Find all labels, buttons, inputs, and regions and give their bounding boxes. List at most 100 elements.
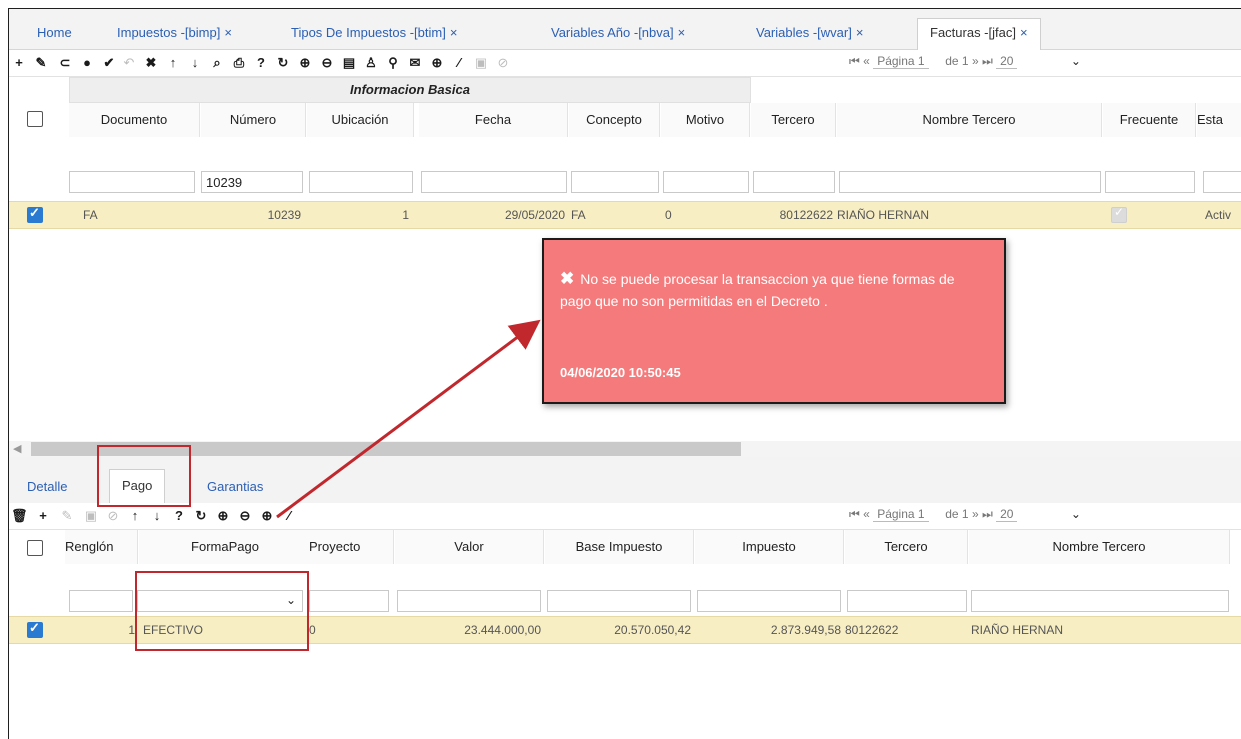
row-checkbox[interactable] xyxy=(27,620,43,638)
select-all-checkbox[interactable] xyxy=(27,111,43,127)
plus-circle-icon[interactable]: ⊕ xyxy=(259,507,275,525)
close-icon[interactable]: × xyxy=(224,25,232,40)
next-page-icon[interactable]: » xyxy=(972,507,979,521)
col-valor[interactable]: Valor xyxy=(395,530,544,564)
col-impuesto[interactable]: Impuesto xyxy=(695,530,844,564)
last-page-icon[interactable]: ⏭ xyxy=(982,507,993,521)
col-nombre-tercero[interactable]: Nombre Tercero xyxy=(969,530,1230,564)
filter-numero[interactable]: 10239 xyxy=(201,171,303,193)
filter-nombre-tercero[interactable] xyxy=(839,171,1101,193)
clear-icon[interactable]: ⊂ xyxy=(57,54,73,72)
help-icon[interactable]: ? xyxy=(171,507,187,525)
col-renglon[interactable]: Renglón xyxy=(65,530,138,564)
next-page-icon[interactable]: » xyxy=(972,54,979,68)
col-frecuente[interactable]: Frecuente xyxy=(1103,103,1196,137)
col-numero[interactable]: Número xyxy=(201,103,306,137)
add-icon[interactable]: + xyxy=(11,54,27,72)
first-page-icon[interactable]: ⏮ xyxy=(849,507,860,521)
table-row[interactable]: FA 10239 1 29/05/2020 FA 0 80122622 RIAÑ… xyxy=(9,201,1241,229)
filter-fecha[interactable] xyxy=(421,171,567,193)
page-size-select[interactable]: 20 xyxy=(996,54,1018,69)
col-nombre-tercero[interactable]: Nombre Tercero xyxy=(837,103,1102,137)
filter-valor[interactable] xyxy=(397,590,541,612)
col-documento[interactable]: Documento xyxy=(69,103,200,137)
cancel-icon[interactable]: ⊘ xyxy=(105,507,121,525)
trash-icon[interactable]: 🗑 xyxy=(11,507,28,525)
zoom-out-icon[interactable]: ⊖ xyxy=(237,507,253,525)
filter-ubicacion[interactable] xyxy=(309,171,413,193)
filter-estado[interactable] xyxy=(1203,171,1241,193)
col-forma-pago[interactable]: FormaPago xyxy=(139,530,312,564)
chevron-down-icon[interactable]: ⌄ xyxy=(1071,54,1081,68)
select-all-checkbox[interactable] xyxy=(27,540,43,556)
filter-renglon[interactable] xyxy=(69,590,133,612)
error-x-icon[interactable]: ✖ xyxy=(560,269,574,288)
col-ubicacion[interactable]: Ubicación xyxy=(307,103,414,137)
search-icon[interactable]: ● xyxy=(79,54,95,72)
comment-icon[interactable]: ▤ xyxy=(341,54,357,72)
last-page-icon[interactable]: ⏭ xyxy=(982,54,993,68)
mail-icon[interactable]: ✉ xyxy=(407,54,423,72)
horizontal-scrollbar[interactable]: ◀ xyxy=(9,441,1241,457)
pin-icon[interactable]: ⚲ xyxy=(385,54,401,72)
arrow-up-icon[interactable]: ↑ xyxy=(165,54,181,72)
save-icon[interactable]: ▣ xyxy=(83,507,99,525)
prev-page-icon[interactable]: « xyxy=(863,507,870,521)
find-icon[interactable]: ⌕ xyxy=(209,54,225,72)
print-icon[interactable]: ⎙ xyxy=(231,54,247,72)
zoom-out-icon[interactable]: ⊖ xyxy=(319,54,335,72)
close-icon[interactable]: × xyxy=(450,25,458,40)
page-size-select[interactable]: 20 xyxy=(996,507,1018,522)
col-fecha[interactable]: Fecha xyxy=(419,103,568,137)
edit-icon[interactable]: ✎ xyxy=(33,54,49,72)
delete-icon[interactable]: ✖ xyxy=(143,54,159,72)
filter-nombre-tercero[interactable] xyxy=(971,590,1229,612)
refresh-icon[interactable]: ↻ xyxy=(275,54,291,72)
help-icon[interactable]: ? xyxy=(253,54,269,72)
filter-concepto[interactable] xyxy=(571,171,659,193)
check-icon[interactable]: ✔ xyxy=(101,54,117,72)
zoom-in-icon[interactable]: ⊕ xyxy=(215,507,231,525)
edit-icon[interactable]: ✎ xyxy=(59,507,75,525)
filter-documento[interactable] xyxy=(69,171,195,193)
col-tercero[interactable]: Tercero xyxy=(751,103,836,137)
tab-variables-ano[interactable]: Variables Año -[nbva] × xyxy=(551,19,685,49)
filter-base-impuesto[interactable] xyxy=(547,590,691,612)
col-base-impuesto[interactable]: Base Impuesto xyxy=(545,530,694,564)
filter-motivo[interactable] xyxy=(663,171,749,193)
row-checkbox[interactable] xyxy=(27,205,43,223)
tab-home[interactable]: Home xyxy=(37,19,72,49)
col-concepto[interactable]: Concepto xyxy=(569,103,660,137)
tab-detalle[interactable]: Detalle xyxy=(27,479,67,494)
cancel-icon[interactable]: ⊘ xyxy=(495,54,511,72)
resize-icon[interactable]: ⁄ xyxy=(281,507,297,525)
filter-tercero[interactable] xyxy=(753,171,835,193)
plus-circle-icon[interactable]: ⊕ xyxy=(429,54,445,72)
save-icon[interactable]: ▣ xyxy=(473,54,489,72)
undo-icon[interactable]: ↶ xyxy=(121,54,137,72)
user-icon[interactable]: ♙ xyxy=(363,54,379,72)
tab-garantias[interactable]: Garantias xyxy=(207,479,263,494)
close-icon[interactable]: × xyxy=(678,25,686,40)
filter-impuesto[interactable] xyxy=(697,590,841,612)
filter-tercero[interactable] xyxy=(847,590,967,612)
refresh-icon[interactable]: ↻ xyxy=(193,507,209,525)
col-estado[interactable]: Esta xyxy=(1197,103,1241,137)
filter-proyecto[interactable] xyxy=(309,590,389,612)
tab-tipos-impuestos[interactable]: Tipos De Impuestos -[btim] × xyxy=(291,19,457,49)
tab-impuestos[interactable]: Impuestos -[bimp] × xyxy=(117,19,232,49)
col-tercero[interactable]: Tercero xyxy=(845,530,968,564)
first-page-icon[interactable]: ⏮ xyxy=(849,54,860,68)
tab-variables[interactable]: Variables -[wvar] × xyxy=(756,19,863,49)
close-icon[interactable]: × xyxy=(1020,25,1028,40)
chevron-down-icon[interactable]: ⌄ xyxy=(1071,507,1081,521)
col-motivo[interactable]: Motivo xyxy=(661,103,750,137)
resize-icon[interactable]: ⁄ xyxy=(451,54,467,72)
prev-page-icon[interactable]: « xyxy=(863,54,870,68)
zoom-in-icon[interactable]: ⊕ xyxy=(297,54,313,72)
arrow-up-icon[interactable]: ↑ xyxy=(127,507,143,525)
page-input[interactable]: Página 1 xyxy=(873,507,929,522)
page-input[interactable]: Página 1 xyxy=(873,54,929,69)
add-icon[interactable]: + xyxy=(35,507,51,525)
filter-frecuente[interactable] xyxy=(1105,171,1195,193)
